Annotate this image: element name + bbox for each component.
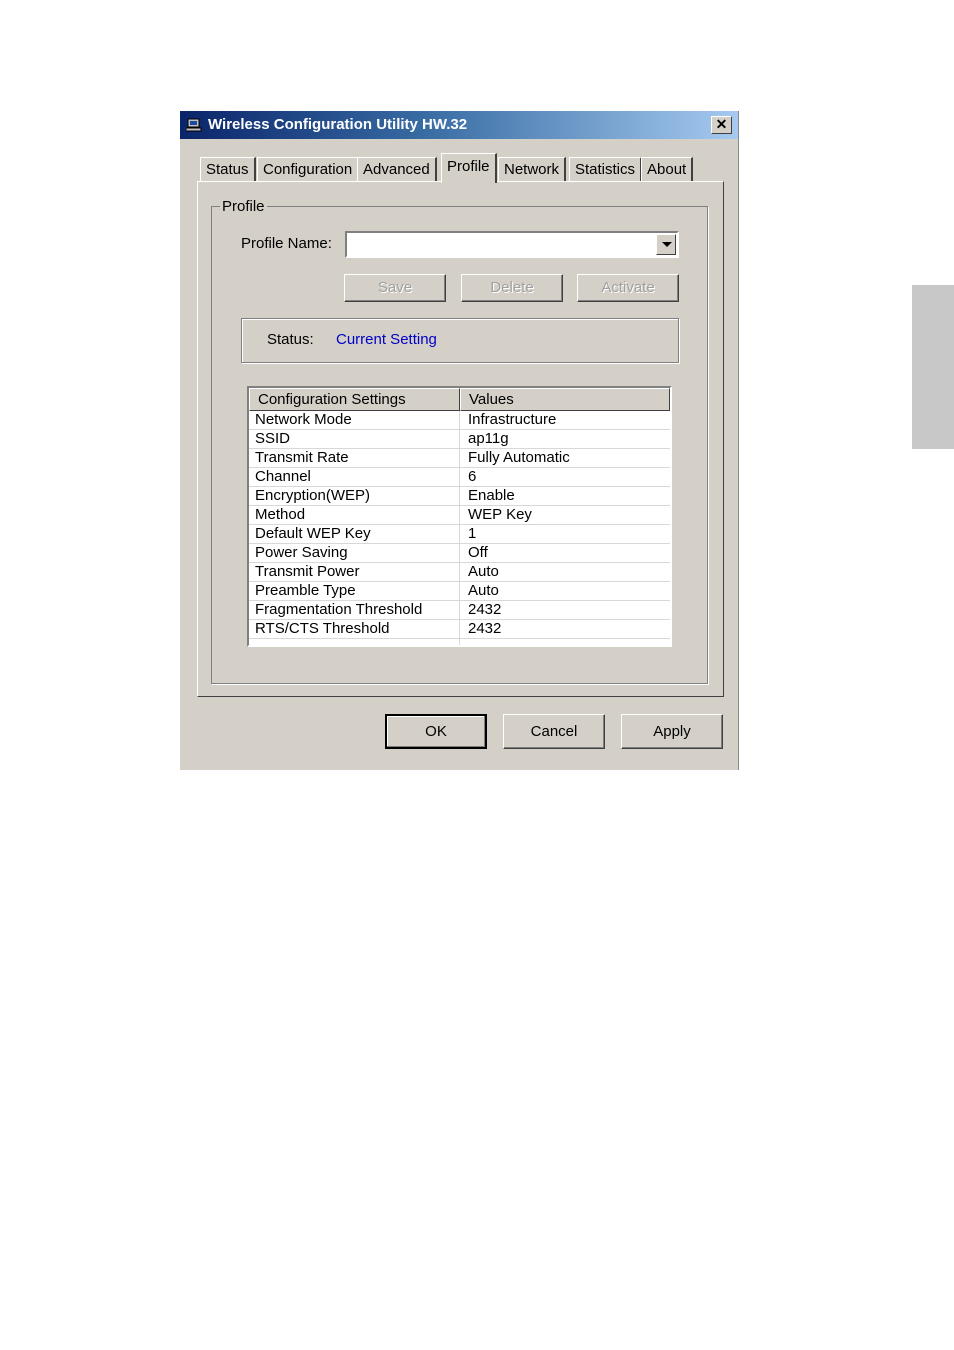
ok-button[interactable]: OK [385,714,487,749]
setting-value: Off [468,544,488,561]
delete-button[interactable]: Delete [461,274,563,302]
setting-value: 6 [468,468,477,485]
close-icon: ✕ [715,116,728,132]
tab-network[interactable]: Network [498,157,567,181]
tab-about[interactable]: About [641,157,694,181]
computer-icon [186,118,202,132]
table-row[interactable]: Transmit Rate Fully Automatic [249,449,670,468]
setting-value: Auto [468,563,499,580]
chevron-down-icon[interactable] [656,234,676,255]
setting-name: Encryption(WEP) [255,487,371,504]
setting-name: Transmit Power [255,563,360,580]
setting-value: Infrastructure [468,411,557,428]
tab-status[interactable]: Status [200,157,256,181]
setting-value: 2432 [468,620,502,637]
table-row[interactable]: Encryption(WEP) Enable [249,487,670,506]
tab-statistics[interactable]: Statistics [569,157,643,181]
setting-name: Preamble Type [255,582,356,599]
setting-value: WEP Key [468,506,532,523]
setting-name: Default WEP Key [255,525,371,542]
profile-name-combobox[interactable] [345,231,679,258]
page-side-tab-marker [912,285,954,449]
tab-advanced[interactable]: Advanced [357,157,437,181]
setting-name: Method [255,506,306,523]
save-button[interactable]: Save [344,274,446,302]
status-label: Status: [267,331,314,348]
table-row[interactable]: Method WEP Key [249,506,670,525]
setting-name: SSID [255,430,291,447]
setting-value: 2432 [468,601,502,618]
setting-name: Fragmentation Threshold [255,601,423,618]
setting-value: Enable [468,487,515,504]
setting-name: Network Mode [255,411,352,428]
setting-name: Channel [255,468,311,485]
apply-button[interactable]: Apply [621,714,723,749]
table-row[interactable]: Preamble Type Auto [249,582,670,601]
tab-configuration[interactable]: Configuration [257,157,360,181]
window-title: Wireless Configuration Utility HW.32 [208,116,468,133]
cancel-button[interactable]: Cancel [503,714,605,749]
activate-button[interactable]: Activate [577,274,679,302]
setting-value: ap11g [468,430,509,447]
column-header-values[interactable]: Values [460,388,670,411]
profile-group-label: Profile [220,198,267,215]
title-bar[interactable]: Wireless Configuration Utility HW.32 ✕ [180,111,738,139]
table-row[interactable]: Transmit Power Auto [249,563,670,582]
setting-name: Transmit Rate [255,449,349,466]
setting-value: Auto [468,582,499,599]
profile-name-label: Profile Name: [241,235,332,252]
table-row[interactable]: Power Saving Off [249,544,670,563]
status-value: Current Setting [336,331,437,348]
setting-value: Fully Automatic [468,449,570,466]
column-header-settings[interactable]: Configuration Settings [249,388,460,411]
config-utility-window: Wireless Configuration Utility HW.32 ✕ S… [180,111,739,770]
table-row[interactable]: RTS/CTS Threshold 2432 [249,620,670,639]
setting-name: Power Saving [255,544,348,561]
setting-name: RTS/CTS Threshold [255,620,390,637]
table-row[interactable]: Fragmentation Threshold 2432 [249,601,670,620]
tab-profile[interactable]: Profile [441,153,497,183]
setting-value: 1 [468,525,477,542]
table-row[interactable]: Channel 6 [249,468,670,487]
settings-list-header: Configuration Settings Values [249,388,670,411]
table-row[interactable]: SSID ap11g [249,430,670,449]
table-row[interactable]: Default WEP Key 1 [249,525,670,544]
close-button[interactable]: ✕ [711,116,732,134]
table-row[interactable]: Network Mode Infrastructure [249,411,670,430]
settings-list[interactable]: Configuration Settings Values Network Mo… [247,386,672,647]
